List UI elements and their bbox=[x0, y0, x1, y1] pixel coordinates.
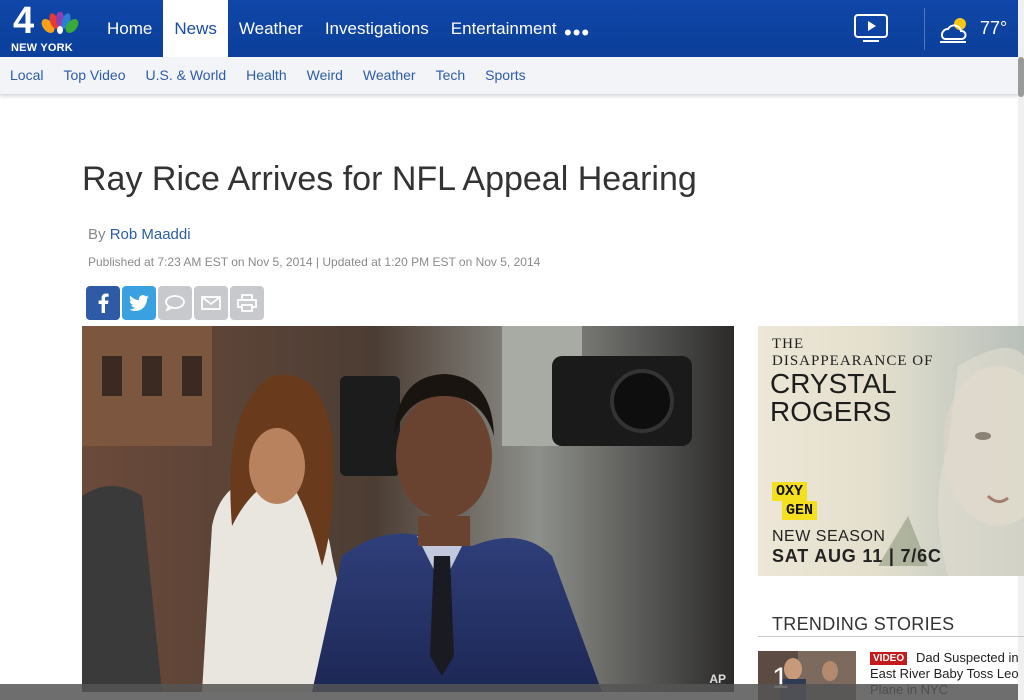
comments-button[interactable] bbox=[158, 286, 192, 320]
temperature[interactable]: 77° bbox=[980, 18, 1007, 39]
trending-divider bbox=[758, 636, 1024, 637]
twitter-icon bbox=[129, 295, 149, 311]
subnav-item-weather[interactable]: Weather bbox=[363, 57, 416, 94]
scrollbar-thumb[interactable] bbox=[1018, 57, 1024, 97]
envelope-icon bbox=[201, 296, 221, 310]
bottom-overlay-bar bbox=[0, 684, 1018, 700]
author-link[interactable]: Rob Maaddi bbox=[110, 226, 191, 243]
facebook-icon bbox=[98, 293, 109, 313]
nbc-new-york-logo[interactable]: 4 NEW YORK bbox=[8, 0, 82, 54]
oxygen-logo-top: OXY bbox=[772, 482, 808, 501]
trending-stories-heading: TRENDING STORIES bbox=[772, 614, 955, 634]
facebook-share-button[interactable] bbox=[86, 286, 120, 320]
ad-text-the: THE bbox=[772, 336, 805, 352]
article-headline: Ray Rice Arrives for NFL Appeal Hearing bbox=[82, 160, 697, 198]
printer-icon bbox=[237, 294, 257, 312]
ad-new-season: NEW SEASON bbox=[772, 528, 886, 545]
subnav-item-health[interactable]: Health bbox=[246, 57, 286, 94]
logo-number: 4 bbox=[13, 0, 35, 42]
subnav-item-top-video[interactable]: Top Video bbox=[63, 57, 125, 94]
main-nav: Home News Weather Investigations Enterta… bbox=[96, 0, 568, 57]
sidebar-advertisement[interactable]: THE DISAPPEARANCE OF CRYSTAL ROGERS OXY … bbox=[758, 326, 1024, 576]
comment-icon bbox=[165, 295, 185, 311]
nav-item-investigations[interactable]: Investigations bbox=[314, 0, 440, 57]
byline-prefix: By bbox=[88, 226, 106, 243]
photo-illustration bbox=[82, 326, 734, 692]
ad-text-rogers: ROGERS bbox=[770, 396, 892, 427]
video-badge: VIDEO bbox=[870, 652, 908, 665]
share-buttons bbox=[86, 286, 266, 320]
ad-airdate: SAT AUG 11 | 7/6C bbox=[772, 546, 942, 566]
byline: By Rob Maaddi bbox=[88, 226, 191, 243]
subnav-item-weird[interactable]: Weird bbox=[307, 57, 343, 94]
top-nav-bar: 4 NEW YORK Home News Weather Investigati… bbox=[0, 0, 1024, 57]
nav-item-news[interactable]: News bbox=[163, 0, 228, 57]
logo-label: NEW YORK bbox=[11, 42, 73, 54]
nav-item-entertainment[interactable]: Entertainment bbox=[440, 0, 568, 57]
video-icon[interactable] bbox=[854, 14, 888, 42]
ad-text-crystal: CRYSTAL bbox=[770, 368, 897, 399]
peacock-icon bbox=[41, 12, 79, 34]
print-button[interactable] bbox=[230, 286, 264, 320]
subnav-item-local[interactable]: Local bbox=[10, 57, 43, 94]
sub-nav-bar: Local Top Video U.S. & World Health Weir… bbox=[0, 57, 1018, 95]
subnav-item-sports[interactable]: Sports bbox=[485, 57, 525, 94]
email-share-button[interactable] bbox=[194, 286, 228, 320]
article-photo[interactable]: AP bbox=[82, 326, 734, 692]
subnav-item-us-world[interactable]: U.S. & World bbox=[145, 57, 226, 94]
twitter-share-button[interactable] bbox=[122, 286, 156, 320]
nav-item-weather[interactable]: Weather bbox=[228, 0, 314, 57]
published-timestamp: Published at 7:23 AM EST on Nov 5, 2014 … bbox=[88, 255, 541, 269]
subnav-item-tech[interactable]: Tech bbox=[436, 57, 466, 94]
more-menu-button[interactable]: ••• bbox=[564, 20, 590, 46]
weather-icon[interactable] bbox=[936, 14, 972, 44]
nav-divider bbox=[924, 8, 925, 50]
oxygen-logo-bottom: GEN bbox=[782, 501, 818, 520]
nav-item-home[interactable]: Home bbox=[96, 0, 163, 57]
